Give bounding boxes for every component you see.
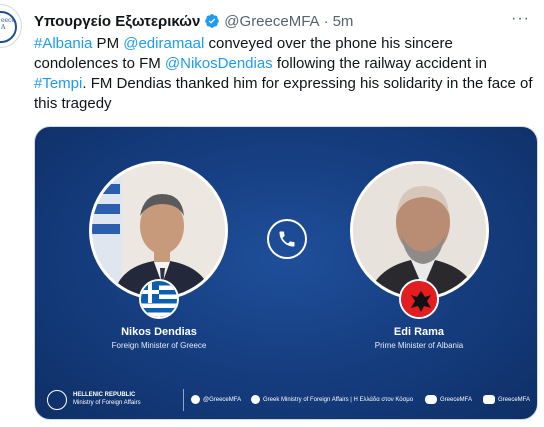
tweet-text-run: . FM Dendias thanked him for expressing …: [34, 75, 533, 112]
person-name-right: Edi Rama: [393, 326, 445, 338]
youtube-icon: [483, 395, 495, 404]
header-separator: ·: [323, 12, 329, 30]
social-label-twitter: @GreeceMFA: [203, 396, 242, 403]
flickr-icon: [425, 395, 437, 404]
social-flickr: GreeceMFA: [425, 395, 472, 404]
tweet-media-image[interactable]: Nikos Dendias Foreign Minister of Greece…: [34, 126, 538, 420]
social-twitter: @GreeceMFA: [191, 395, 241, 404]
tweet-link[interactable]: #Tempi: [34, 75, 82, 92]
author-name[interactable]: Υπουργείο Εξωτερικών: [34, 13, 200, 30]
tweet-link[interactable]: @ediramaal: [123, 35, 204, 52]
avatar-logo-text: eece A: [1, 17, 16, 31]
social-label-youtube: GreeceMFA: [498, 396, 531, 403]
author-avatar[interactable]: eece A: [0, 4, 22, 48]
social-youtube: GreeceMFA: [483, 395, 530, 404]
person-role-right: Prime Minister of Albania: [374, 341, 464, 350]
ministry-line2: Ministry of Foreign Affairs: [73, 400, 141, 406]
ministry-line1: HELLENIC REPUBLIC: [73, 392, 136, 398]
tweet-text-run: following the railway accident in: [272, 55, 487, 72]
facebook-icon: [251, 395, 260, 404]
tweet-link[interactable]: @NikosDendias: [165, 55, 273, 72]
tweet-header: Υπουργείο Εξωτερικών @GreeceMFA · 5m: [34, 10, 353, 32]
tweet-link[interactable]: #Albania: [34, 35, 92, 52]
albania-flag-icon: [399, 279, 439, 319]
greece-flag-icon: [139, 279, 179, 319]
person-name-left: Nikos Dendias: [121, 326, 197, 338]
more-options-button[interactable]: ···: [511, 10, 530, 28]
twitter-icon: [191, 395, 200, 404]
social-label-facebook: Greek Ministry of Foreign Affairs | Η Ελ…: [263, 396, 414, 403]
footer-divider: [183, 389, 184, 411]
ministry-label: HELLENIC REPUBLIC Ministry of Foreign Af…: [73, 391, 141, 407]
social-facebook: Greek Ministry of Foreign Affairs | Η Ελ…: [251, 395, 413, 404]
hellenic-republic-emblem-icon: [47, 390, 67, 410]
tweet-timestamp[interactable]: 5m: [333, 13, 354, 30]
tweet-text: #Albania PM @ediramaal conveyed over the…: [34, 34, 534, 114]
person-role-left: Foreign Minister of Greece: [111, 341, 207, 350]
media-footer: HELLENIC REPUBLIC Ministry of Foreign Af…: [35, 381, 537, 419]
tweet-text-run: PM: [92, 35, 124, 52]
phone-call-icon: [267, 219, 307, 259]
social-label-flickr: GreeceMFA: [440, 396, 473, 403]
author-handle[interactable]: @GreeceMFA: [224, 13, 319, 30]
verified-badge-icon: [205, 14, 220, 28]
